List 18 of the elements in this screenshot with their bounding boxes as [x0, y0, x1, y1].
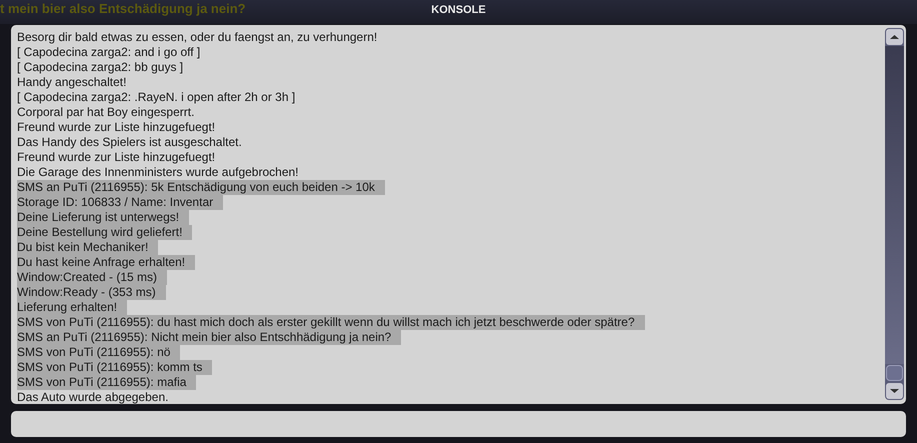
scrollbar[interactable]: [885, 28, 904, 400]
log-line: [ Capodecina zarga2: bb guys ]: [17, 60, 184, 75]
log-line: Das Handy des Spielers ist ausgeschaltet.: [17, 135, 243, 150]
scroll-down-icon[interactable]: [886, 383, 903, 399]
window-title: KONSOLE: [431, 3, 486, 16]
log-line: Corporal par hat Boy eingesperrt.: [17, 105, 196, 120]
log-line: Handy angeschaltet!: [17, 75, 128, 90]
log-line: Besorg dir bald etwas zu essen, oder du faengst an, zu verhungern!: [17, 30, 378, 45]
command-input-field[interactable]: [11, 411, 906, 437]
scroll-up-icon[interactable]: [886, 29, 903, 45]
log-line: [ Capodecina zarga2: and i go off ]: [17, 45, 202, 60]
log-line: [ Capodecina zarga2: .RayeN. i open after 2h or 3h ]: [17, 90, 296, 105]
log-line: Freund wurde zur Liste hinzugefuegt!: [17, 120, 216, 135]
scroll-thumb[interactable]: [886, 365, 903, 381]
log-line: Freund wurde zur Liste hinzugefuegt!: [17, 150, 216, 165]
log-line: Das Auto wurde abgegeben.: [17, 390, 170, 404]
background-chat-text: t mein bier also Entschädigung ja nein?: [0, 0, 247, 16]
log-line: Die Garage des Innenministers wurde aufgebrochen!: [17, 165, 300, 180]
